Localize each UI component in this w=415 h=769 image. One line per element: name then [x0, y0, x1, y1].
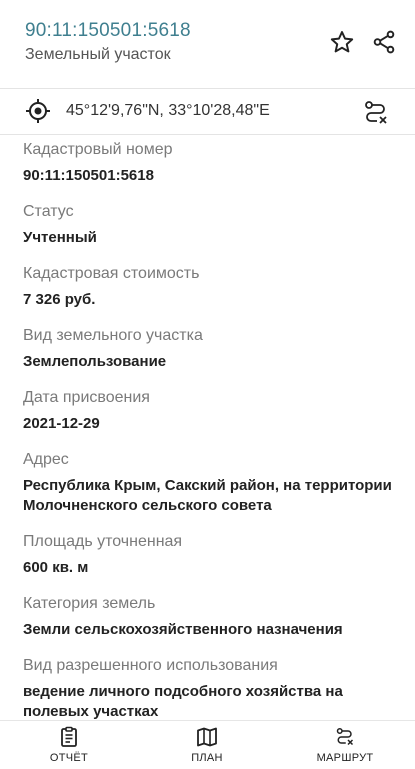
crosshair-icon[interactable] [24, 97, 52, 125]
field-label: Категория земель [23, 595, 156, 612]
nav-report-label: ОТЧЁТ [49, 752, 89, 764]
field-area: Площадь уточненная 600 кв. м [23, 532, 395, 578]
page-subtitle: Земельный участок [25, 46, 171, 63]
field-permitted-use: Вид разрешенного использования ведение л… [23, 656, 395, 720]
clipboard-icon [61, 726, 77, 747]
field-value: Учтенный [23, 229, 97, 246]
coordinates-text: 45°12'9,76"N, 33°10'28,48"E [66, 102, 270, 119]
field-value: 90:11:150501:5618 [23, 167, 154, 184]
field-value: 600 кв. м [23, 559, 89, 576]
field-cadastral-value: Кадастровая стоимость 7 326 руб. [23, 264, 395, 310]
field-value: Земли сельскохозяйственного назначения [23, 621, 343, 638]
coordinates-divider [0, 134, 415, 135]
header-divider [0, 88, 415, 89]
field-label: Адрес [23, 451, 69, 468]
star-icon [330, 31, 354, 53]
nav-report-button[interactable]: ОТЧЁТ [24, 725, 114, 769]
field-label: Вид разрешенного использования [23, 657, 278, 674]
field-value: Землепользование [23, 353, 167, 370]
details-list: Кадастровый номер 90:11:150501:5618 Стат… [0, 136, 415, 720]
nav-route-label: МАРШРУТ [316, 752, 374, 764]
field-label: Площадь уточненная [23, 533, 183, 550]
field-label: Кадастровая стоимость [23, 265, 200, 282]
nav-plan-button[interactable]: ПЛАН [162, 725, 252, 769]
field-label: Статус [23, 203, 74, 220]
field-value: ведение личного подсобного хозяйства на … [23, 683, 343, 720]
field-land-category: Категория земель Земли сельскохозяйствен… [23, 594, 395, 640]
field-value: 2021-12-29 [23, 415, 100, 432]
favorite-button[interactable] [326, 26, 358, 58]
page-title: 90:11:150501:5618 [25, 20, 191, 41]
field-cadastral-number: Кадастровый номер 90:11:150501:5618 [23, 140, 395, 186]
field-value: Республика Крым, Сакский район, на терри… [23, 477, 392, 514]
field-label: Кадастровый номер [23, 141, 173, 158]
field-land-type: Вид земельного участка Землепользование [23, 326, 395, 372]
bottom-navigation: ОТЧЁТ ПЛАН МАРШРУТ [0, 720, 415, 769]
nav-route-button[interactable]: МАРШРУТ [300, 725, 390, 769]
field-status: Статус Учтенный [23, 202, 395, 248]
field-address: Адрес Республика Крым, Сакский район, на… [23, 450, 395, 516]
field-value: 7 326 руб. [23, 291, 96, 308]
field-label: Дата присвоения [23, 389, 150, 406]
route-icon [336, 728, 354, 746]
field-label: Вид земельного участка [23, 327, 203, 344]
header: 90:11:150501:5618 Земельный участок [0, 0, 415, 86]
route-icon[interactable] [360, 97, 392, 129]
share-button[interactable] [368, 26, 400, 58]
nav-plan-label: ПЛАН [191, 752, 223, 764]
map-icon [197, 727, 217, 747]
coordinates-bar: 45°12'9,76"N, 33°10'28,48"E [0, 92, 415, 132]
share-icon [373, 30, 395, 54]
field-assignment-date: Дата присвоения 2021-12-29 [23, 388, 395, 434]
